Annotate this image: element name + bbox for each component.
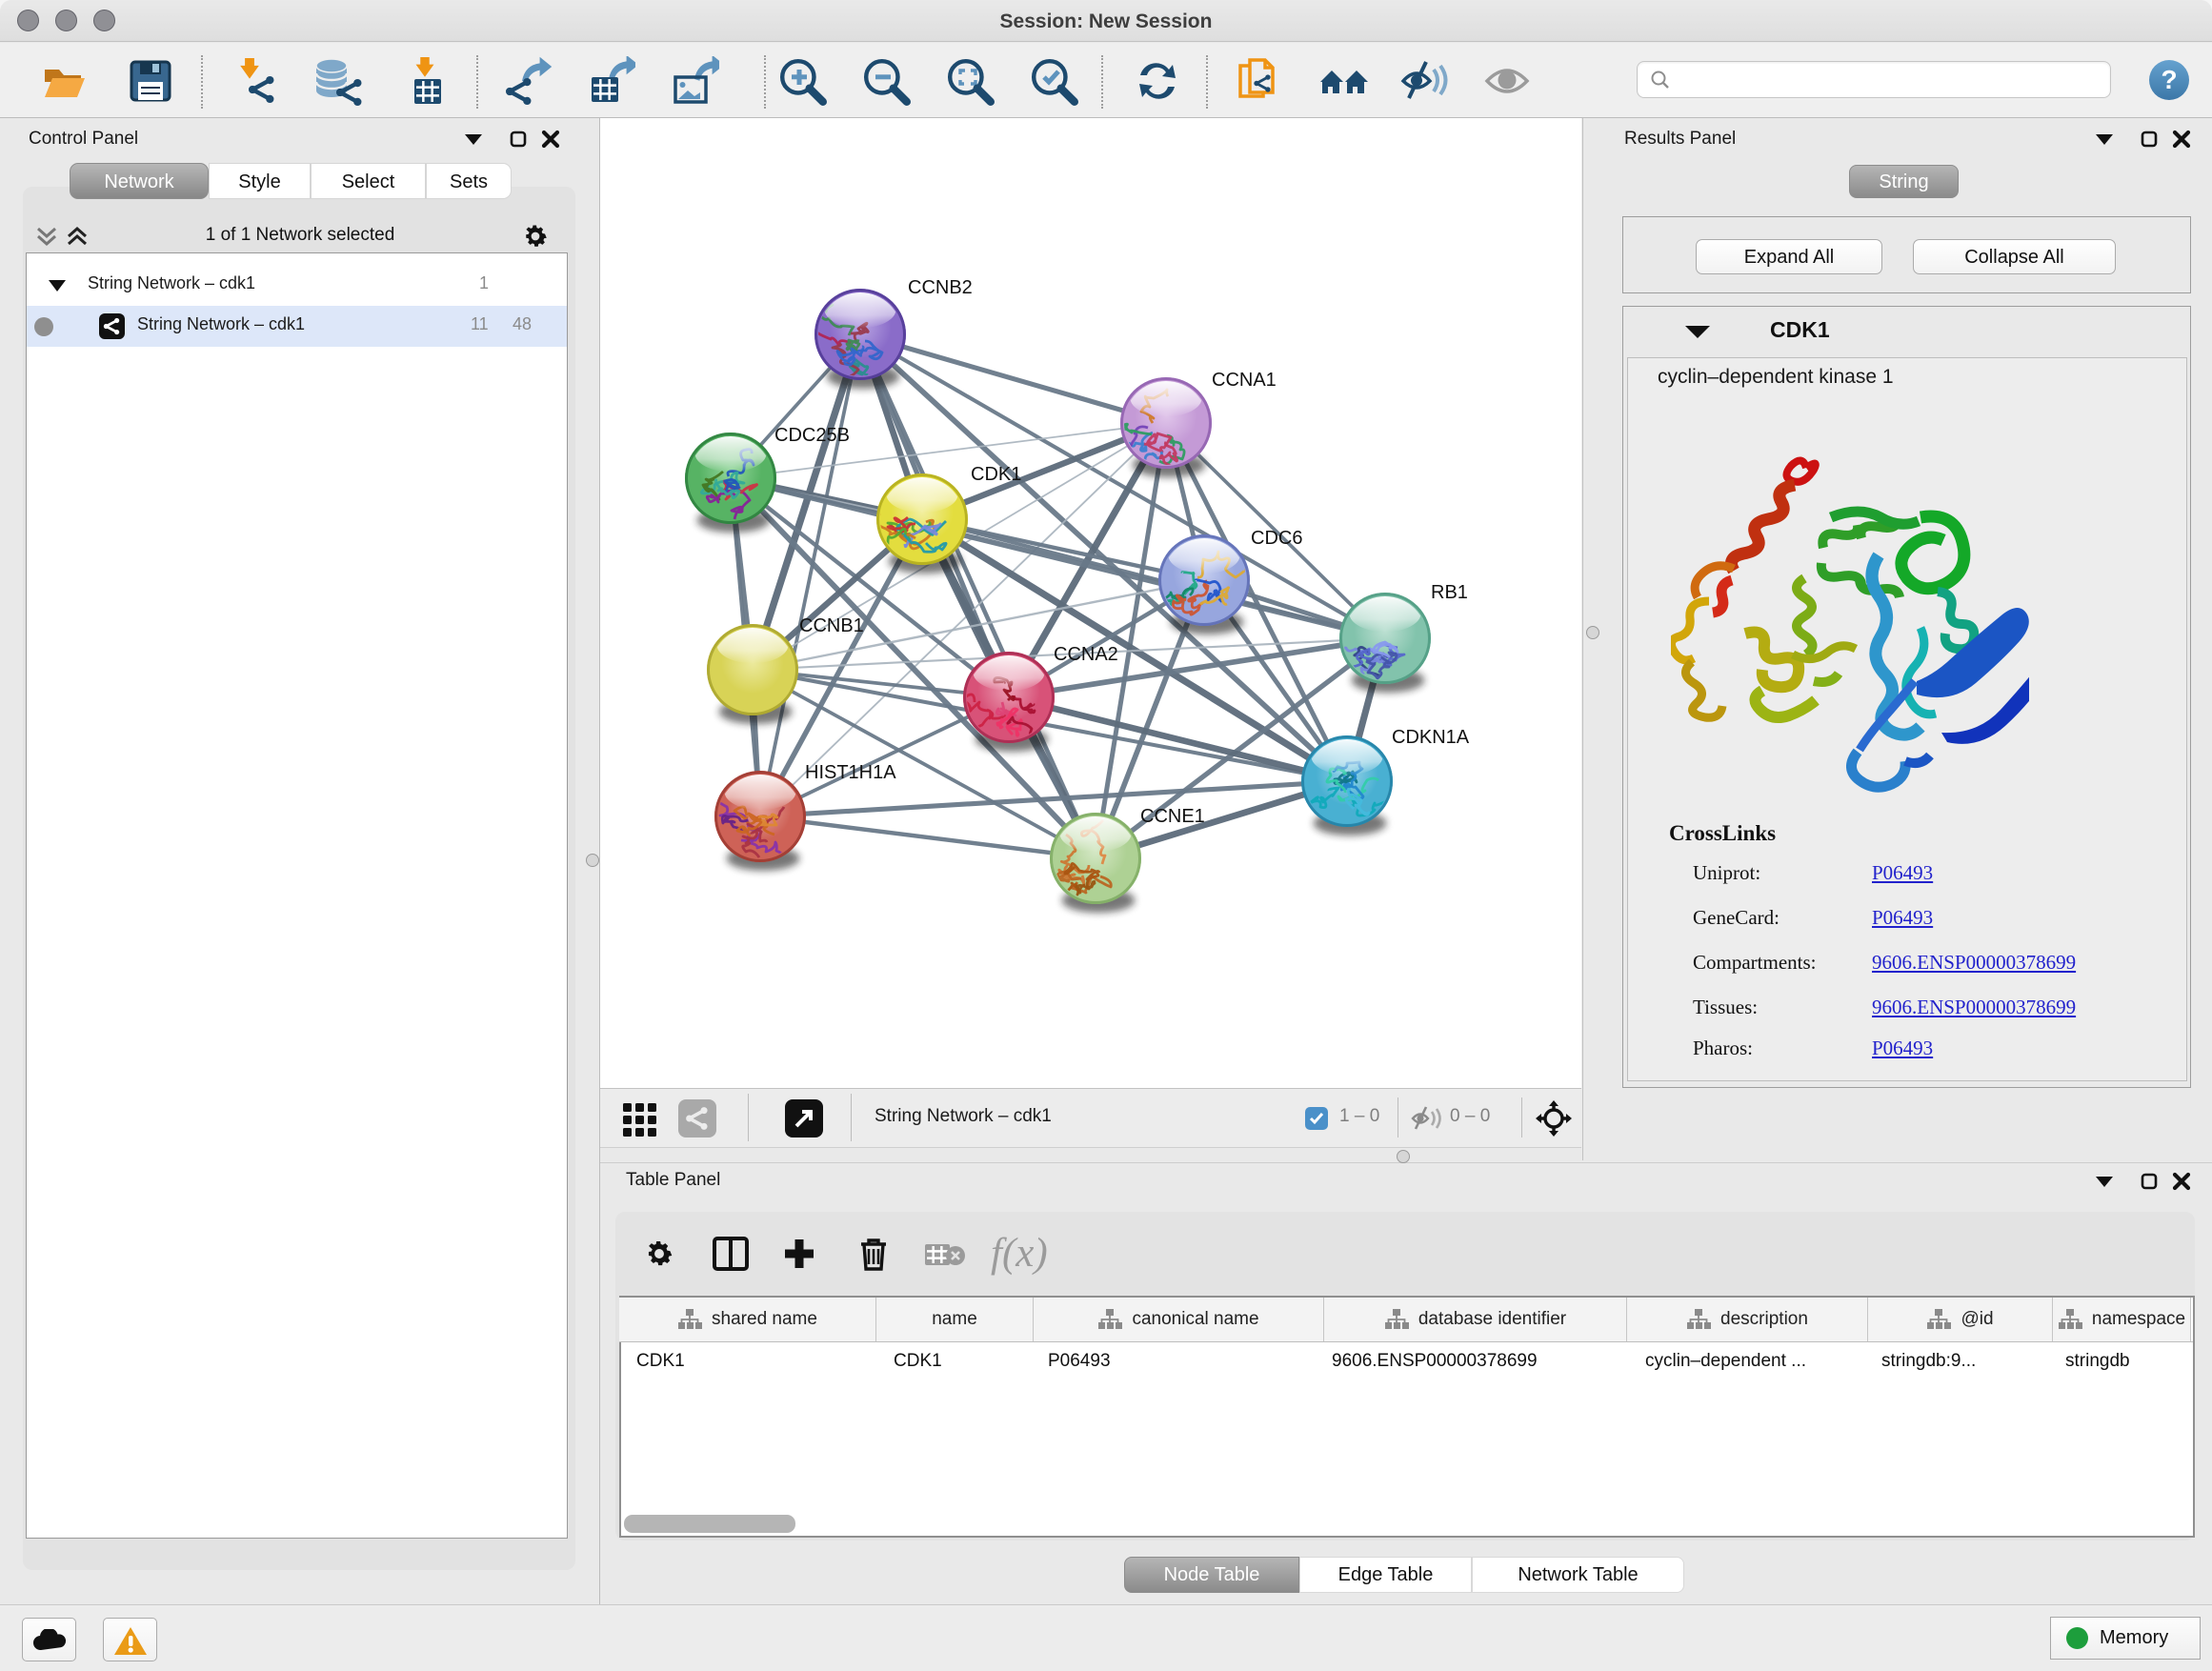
svg-text:RB1: RB1 bbox=[1431, 582, 1468, 603]
svg-text:CDC6: CDC6 bbox=[1251, 528, 1302, 549]
svg-text:CCNA1: CCNA1 bbox=[1212, 370, 1277, 391]
svg-text:CDKN1A: CDKN1A bbox=[1392, 727, 1470, 748]
svg-text:CCNB1: CCNB1 bbox=[799, 615, 864, 636]
svg-text:CDC25B: CDC25B bbox=[774, 425, 850, 446]
svg-text:CCNE1: CCNE1 bbox=[1140, 806, 1205, 827]
svg-text:CDK1: CDK1 bbox=[971, 464, 1021, 485]
svg-text:HIST1H1A: HIST1H1A bbox=[805, 762, 896, 783]
svg-text:CCNB2: CCNB2 bbox=[908, 277, 973, 298]
svg-text:CCNA2: CCNA2 bbox=[1054, 644, 1118, 665]
